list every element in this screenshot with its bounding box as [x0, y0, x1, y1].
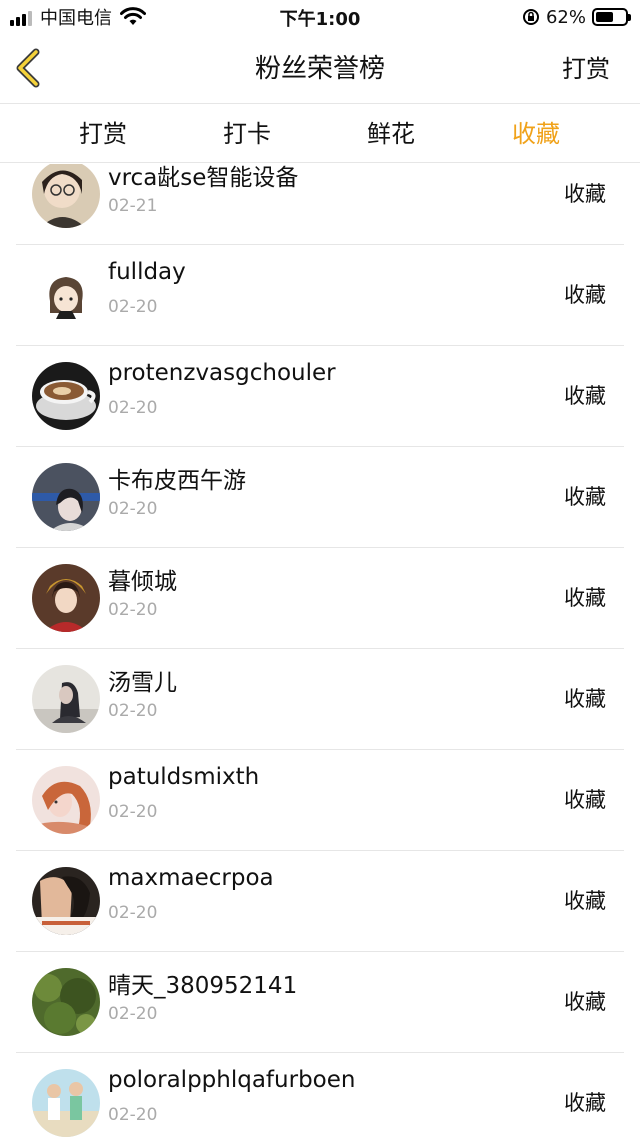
list-item[interactable]: maxmaecrpoa 02-20 收藏: [0, 851, 640, 952]
fan-date: 02-20: [108, 903, 158, 923]
fan-name: fullday: [108, 259, 186, 285]
fan-name: patuldsmixth: [108, 764, 260, 790]
tab-flowers[interactable]: 鲜花: [341, 105, 441, 163]
avatar: [32, 463, 100, 531]
fan-action-label: 收藏: [564, 586, 606, 610]
avatar: [32, 362, 100, 430]
tab-checkin[interactable]: 打卡: [197, 105, 297, 163]
list-item[interactable]: protenzvasgchouler 02-20 收藏: [0, 346, 640, 447]
fan-action-label: 收藏: [564, 687, 606, 711]
list-item[interactable]: fullday 02-20 收藏: [0, 245, 640, 346]
fan-action-label: 收藏: [564, 384, 606, 408]
tab-reward[interactable]: 打赏: [53, 105, 153, 163]
reward-button[interactable]: 打赏: [562, 34, 610, 104]
avatar: [32, 261, 100, 329]
avatar: [32, 766, 100, 834]
fan-action-label: 收藏: [564, 1091, 606, 1115]
avatar: [32, 564, 100, 632]
tab-bar: 打赏 打卡 鲜花 收藏: [0, 105, 640, 163]
rotation-lock-icon: [522, 9, 539, 25]
fan-date: 02-20: [108, 600, 158, 620]
list-item[interactable]: vrca龀se智能设备 02-21 收藏: [0, 164, 640, 245]
fan-list[interactable]: vrca龀se智能设备 02-21 收藏 fullday 02-20 收藏 pr…: [0, 164, 640, 1138]
fan-date: 02-20: [108, 1004, 158, 1024]
fan-name: 汤雪儿: [108, 670, 177, 696]
fan-action-label: 收藏: [564, 182, 606, 206]
fan-date: 02-21: [108, 196, 158, 216]
fan-date: 02-20: [108, 802, 158, 822]
fan-date: 02-20: [108, 499, 158, 519]
battery-fill: [596, 12, 614, 22]
fan-name: 卡布皮西午游: [108, 468, 246, 494]
status-right: 62%: [522, 5, 631, 29]
fan-date: 02-20: [108, 1105, 158, 1125]
avatar: [32, 867, 100, 935]
fan-name: maxmaecrpoa: [108, 865, 274, 891]
nav-bar: 粉丝荣誉榜 打赏: [0, 34, 640, 104]
fan-action-label: 收藏: [564, 788, 606, 812]
avatar: [32, 665, 100, 733]
battery-icon: [592, 8, 631, 26]
list-item[interactable]: poloralpphlqafurboen 02-20 收藏: [0, 1053, 640, 1138]
list-item[interactable]: 卡布皮西午游 02-20 收藏: [0, 447, 640, 548]
fan-name: 暮倾城: [108, 569, 177, 595]
fan-name: protenzvasgchouler: [108, 360, 336, 386]
list-item[interactable]: 汤雪儿 02-20 收藏: [0, 649, 640, 750]
avatar: [32, 968, 100, 1036]
fan-date: 02-20: [108, 398, 158, 418]
tab-favorites[interactable]: 收藏: [486, 105, 586, 163]
fan-date: 02-20: [108, 297, 158, 317]
avatar: [32, 164, 100, 228]
list-item[interactable]: 晴天_380952141 02-20 收藏: [0, 952, 640, 1053]
fan-action-label: 收藏: [564, 889, 606, 913]
fan-action-label: 收藏: [564, 485, 606, 509]
list-item[interactable]: patuldsmixth 02-20 收藏: [0, 750, 640, 851]
fan-name: vrca龀se智能设备: [108, 165, 299, 191]
list-item[interactable]: 暮倾城 02-20 收藏: [0, 548, 640, 649]
fan-name: poloralpphlqafurboen: [108, 1067, 356, 1093]
status-bar: 中国电信 下午1:00 62%: [0, 0, 640, 34]
battery-percent: 62%: [545, 6, 586, 28]
fan-name: 晴天_380952141: [108, 973, 298, 999]
avatar: [32, 1069, 100, 1137]
page-title: 粉丝荣誉榜: [254, 54, 385, 84]
fan-action-label: 收藏: [564, 990, 606, 1014]
fan-date: 02-20: [108, 701, 158, 721]
fan-action-label: 收藏: [564, 283, 606, 307]
